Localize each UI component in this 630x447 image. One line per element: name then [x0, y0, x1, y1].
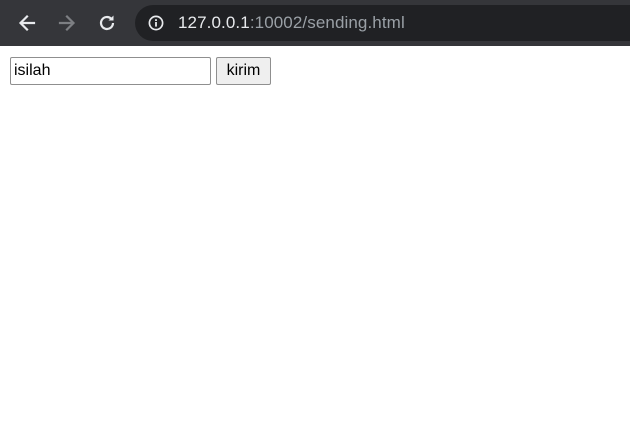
- url-text[interactable]: 127.0.0.1:10002/sending.html: [178, 13, 405, 33]
- info-circle-icon[interactable]: [148, 15, 164, 31]
- arrow-left-icon: [18, 14, 36, 32]
- arrow-right-icon: [58, 14, 76, 32]
- url-host: 127.0.0.1: [178, 13, 250, 32]
- url-path: :10002/sending.html: [249, 13, 405, 32]
- page-content: kirim: [0, 46, 630, 447]
- browser-toolbar: 127.0.0.1:10002/sending.html: [0, 0, 630, 46]
- address-bar[interactable]: 127.0.0.1:10002/sending.html: [135, 5, 630, 41]
- forward-button[interactable]: [55, 11, 79, 35]
- reload-button[interactable]: [95, 11, 119, 35]
- message-input[interactable]: [10, 57, 211, 85]
- reload-icon: [99, 15, 115, 31]
- send-button[interactable]: kirim: [216, 57, 271, 85]
- back-button[interactable]: [15, 11, 39, 35]
